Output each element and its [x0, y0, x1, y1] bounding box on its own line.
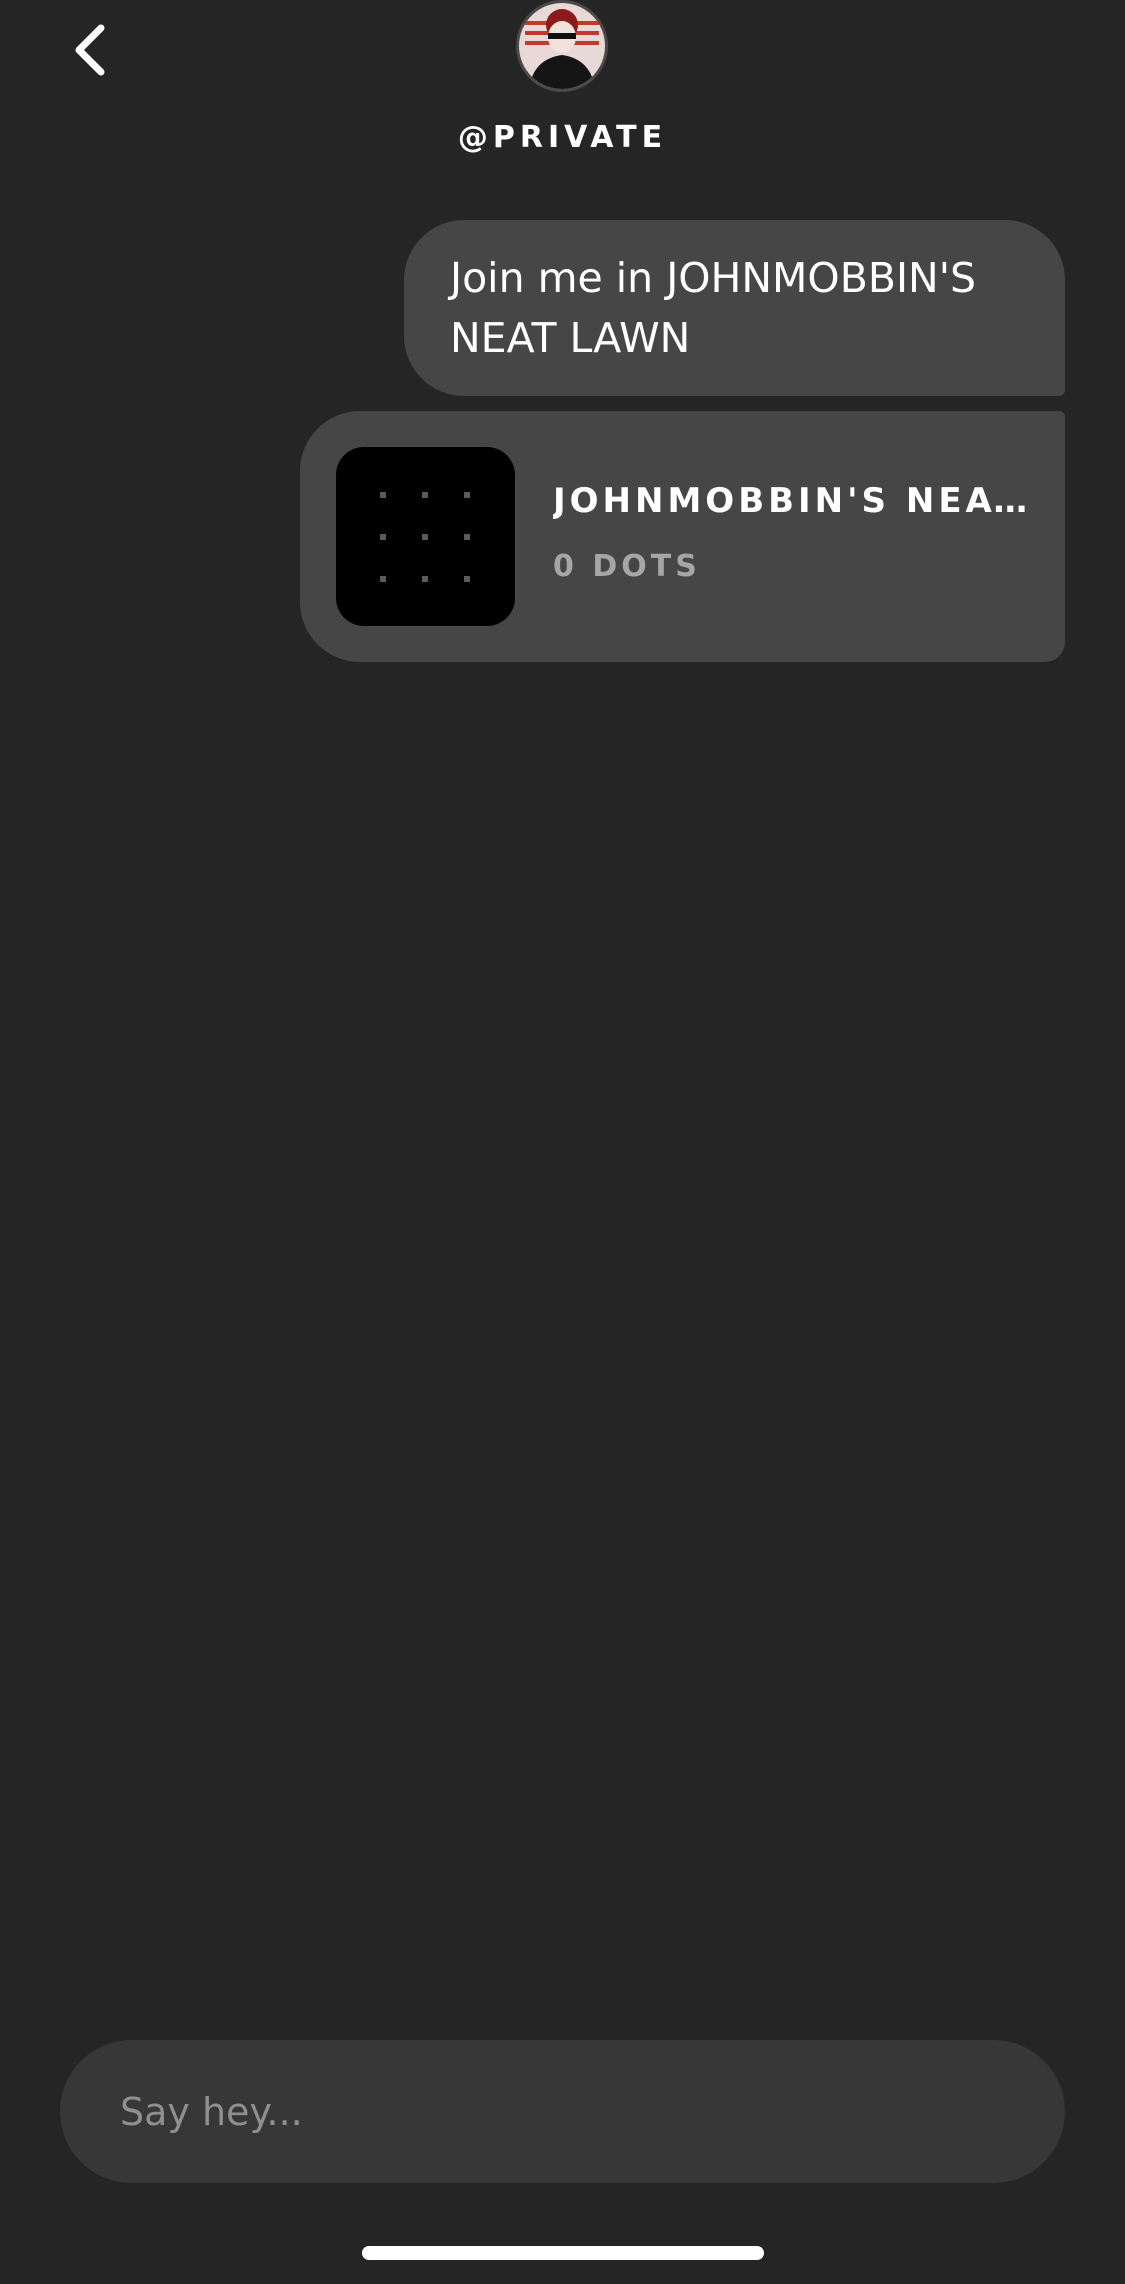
thumbnail-dot [380, 576, 386, 582]
room-dots-count: 0 DOTS [553, 549, 701, 584]
chat-username: @PRIVATE [457, 120, 668, 155]
thumbnail-dot [380, 492, 386, 498]
avatar[interactable] [516, 0, 608, 92]
back-button[interactable] [62, 14, 118, 86]
thumbnail-dot [422, 534, 428, 540]
chevron-left-icon [75, 24, 105, 76]
thumbnail-dot [464, 492, 470, 498]
thumbnail-dot [422, 492, 428, 498]
thumbnail-dot [380, 534, 386, 540]
room-title: JOHNMOBBIN'S NEAT LAWN [553, 481, 1043, 521]
message-input[interactable] [60, 2040, 1065, 2183]
message-bubble: Join me in JOHNMOBBIN'S NEAT LAWN [404, 220, 1065, 396]
user-avatar-icon [519, 3, 605, 89]
room-thumbnail [336, 447, 515, 626]
message-text: Join me in JOHNMOBBIN'S NEAT LAWN [450, 254, 977, 362]
thumbnail-dot [422, 576, 428, 582]
home-indicator [362, 2246, 764, 2260]
thumbnail-dot [464, 576, 470, 582]
thumbnail-dot [464, 534, 470, 540]
room-invite-card[interactable]: JOHNMOBBIN'S NEAT LAWN 0 DOTS [300, 411, 1065, 662]
